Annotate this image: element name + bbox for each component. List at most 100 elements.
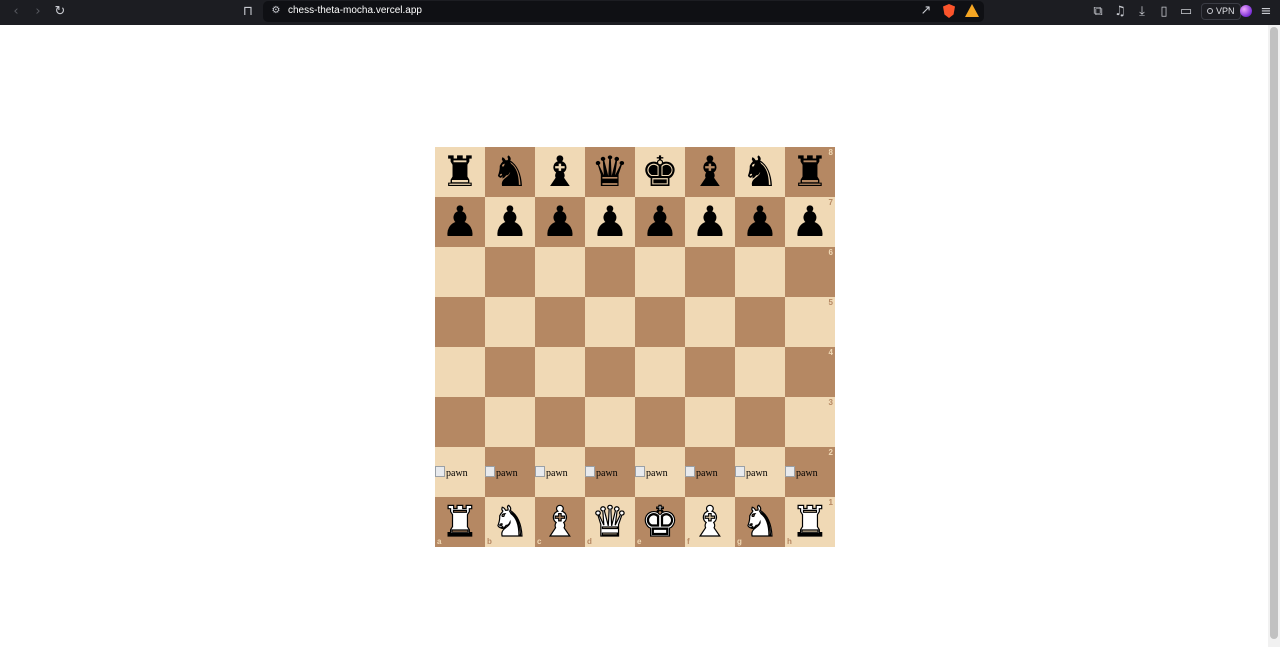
square-d2[interactable]: pawn	[585, 447, 635, 497]
square-c1[interactable]: ♝ c	[535, 496, 585, 547]
square-e6[interactable]	[635, 247, 685, 297]
url-text[interactable]: chess-theta-mocha.vercel.app	[288, 5, 422, 16]
square-d6[interactable]	[585, 247, 635, 297]
square-a8[interactable]: ♜	[435, 147, 485, 197]
square-f8[interactable]: ♝	[685, 147, 735, 197]
square-g1[interactable]: ♞ g	[735, 496, 785, 547]
square-h2[interactable]: pawn 2	[785, 447, 835, 497]
download-icon[interactable]: ⤓	[1134, 4, 1150, 20]
white-rook-piece[interactable]: ♜	[785, 496, 835, 547]
square-h6[interactable]: 6	[785, 247, 835, 297]
square-f5[interactable]	[685, 297, 735, 347]
square-f6[interactable]	[685, 247, 735, 297]
square-g7[interactable]: ♟	[735, 197, 785, 247]
square-h8[interactable]: ♜ 8	[785, 147, 835, 197]
white-knight-piece[interactable]: ♞	[735, 496, 785, 547]
black-pawn-piece[interactable]: ♟	[635, 197, 685, 247]
black-rook-piece[interactable]: ♜	[435, 147, 485, 197]
square-e4[interactable]	[635, 347, 685, 397]
black-knight-piece[interactable]: ♞	[735, 147, 785, 197]
square-a7[interactable]: ♟	[435, 197, 485, 247]
black-king-piece[interactable]: ♚	[635, 147, 685, 197]
vertical-scrollbar[interactable]	[1268, 25, 1280, 647]
square-d7[interactable]: ♟	[585, 197, 635, 247]
square-g5[interactable]	[735, 297, 785, 347]
square-g3[interactable]	[735, 397, 785, 447]
square-c3[interactable]	[535, 397, 585, 447]
black-knight-piece[interactable]: ♞	[485, 147, 535, 197]
square-g4[interactable]	[735, 347, 785, 397]
square-c2[interactable]: pawn	[535, 447, 585, 497]
media-icon[interactable]: ♫	[1112, 4, 1128, 20]
square-h5[interactable]: 5	[785, 297, 835, 347]
square-a5[interactable]	[435, 297, 485, 347]
square-f1[interactable]: ♝ f	[685, 496, 735, 547]
square-h1[interactable]: ♜ 1 h	[785, 496, 835, 547]
black-queen-piece[interactable]: ♛	[585, 147, 635, 197]
square-b8[interactable]: ♞	[485, 147, 535, 197]
brave-rewards-icon[interactable]	[965, 4, 979, 17]
square-b5[interactable]	[485, 297, 535, 347]
white-rook-piece[interactable]: ♜	[435, 496, 485, 547]
broken-pawn-image[interactable]: pawn	[585, 466, 618, 479]
square-e3[interactable]	[635, 397, 685, 447]
square-e7[interactable]: ♟	[635, 197, 685, 247]
broken-pawn-image[interactable]: pawn	[485, 466, 518, 479]
address-bar[interactable]: ⚙ chess-theta-mocha.vercel.app ↗	[263, 1, 984, 22]
square-a3[interactable]	[435, 397, 485, 447]
profile-avatar[interactable]	[1240, 5, 1252, 17]
scrollbar-thumb[interactable]	[1270, 27, 1278, 639]
square-b2[interactable]: pawn	[485, 447, 535, 497]
share-icon[interactable]: ↗	[918, 3, 934, 19]
black-pawn-piece[interactable]: ♟	[735, 197, 785, 247]
black-rook-piece[interactable]: ♜	[785, 147, 835, 197]
black-bishop-piece[interactable]: ♝	[535, 147, 585, 197]
forward-icon[interactable]: ›	[30, 4, 46, 20]
square-a6[interactable]	[435, 247, 485, 297]
broken-pawn-image[interactable]: pawn	[735, 466, 768, 479]
square-f7[interactable]: ♟	[685, 197, 735, 247]
vpn-button[interactable]: VPN	[1201, 3, 1241, 20]
square-b6[interactable]	[485, 247, 535, 297]
square-d3[interactable]	[585, 397, 635, 447]
square-a1[interactable]: ♜ a	[435, 496, 485, 547]
site-settings-icon[interactable]: ⚙	[269, 4, 283, 18]
square-h3[interactable]: 3	[785, 397, 835, 447]
broken-pawn-image[interactable]: pawn	[435, 466, 468, 479]
square-c5[interactable]	[535, 297, 585, 347]
broken-pawn-image[interactable]: pawn	[685, 466, 718, 479]
broken-pawn-image[interactable]: pawn	[635, 466, 668, 479]
black-pawn-piece[interactable]: ♟	[535, 197, 585, 247]
broken-pawn-image[interactable]: pawn	[785, 466, 818, 479]
square-f3[interactable]	[685, 397, 735, 447]
square-c6[interactable]	[535, 247, 585, 297]
square-d5[interactable]	[585, 297, 635, 347]
sidebar-icon[interactable]: ▯	[1156, 4, 1172, 20]
square-a2[interactable]: pawn	[435, 447, 485, 497]
extensions-icon[interactable]: ⧉	[1090, 4, 1106, 20]
square-d1[interactable]: ♛ d	[585, 496, 635, 547]
black-pawn-piece[interactable]: ♟	[785, 197, 835, 247]
square-c7[interactable]: ♟	[535, 197, 585, 247]
square-g2[interactable]: pawn	[735, 447, 785, 497]
white-king-piece[interactable]: ♚	[635, 496, 685, 547]
square-d4[interactable]	[585, 347, 635, 397]
square-e8[interactable]: ♚	[635, 147, 685, 197]
square-d8[interactable]: ♛	[585, 147, 635, 197]
white-bishop-piece[interactable]: ♝	[685, 496, 735, 547]
white-knight-piece[interactable]: ♞	[485, 496, 535, 547]
square-h4[interactable]: 4	[785, 347, 835, 397]
square-f2[interactable]: pawn	[685, 447, 735, 497]
square-b1[interactable]: ♞ b	[485, 496, 535, 547]
square-e5[interactable]	[635, 297, 685, 347]
square-g6[interactable]	[735, 247, 785, 297]
square-c8[interactable]: ♝	[535, 147, 585, 197]
square-b4[interactable]	[485, 347, 535, 397]
white-queen-piece[interactable]: ♛	[585, 496, 635, 547]
square-f4[interactable]	[685, 347, 735, 397]
black-pawn-piece[interactable]: ♟	[585, 197, 635, 247]
square-e1[interactable]: ♚ e	[635, 496, 685, 547]
reload-icon[interactable]: ↻	[52, 4, 68, 20]
black-pawn-piece[interactable]: ♟	[485, 197, 535, 247]
square-g8[interactable]: ♞	[735, 147, 785, 197]
